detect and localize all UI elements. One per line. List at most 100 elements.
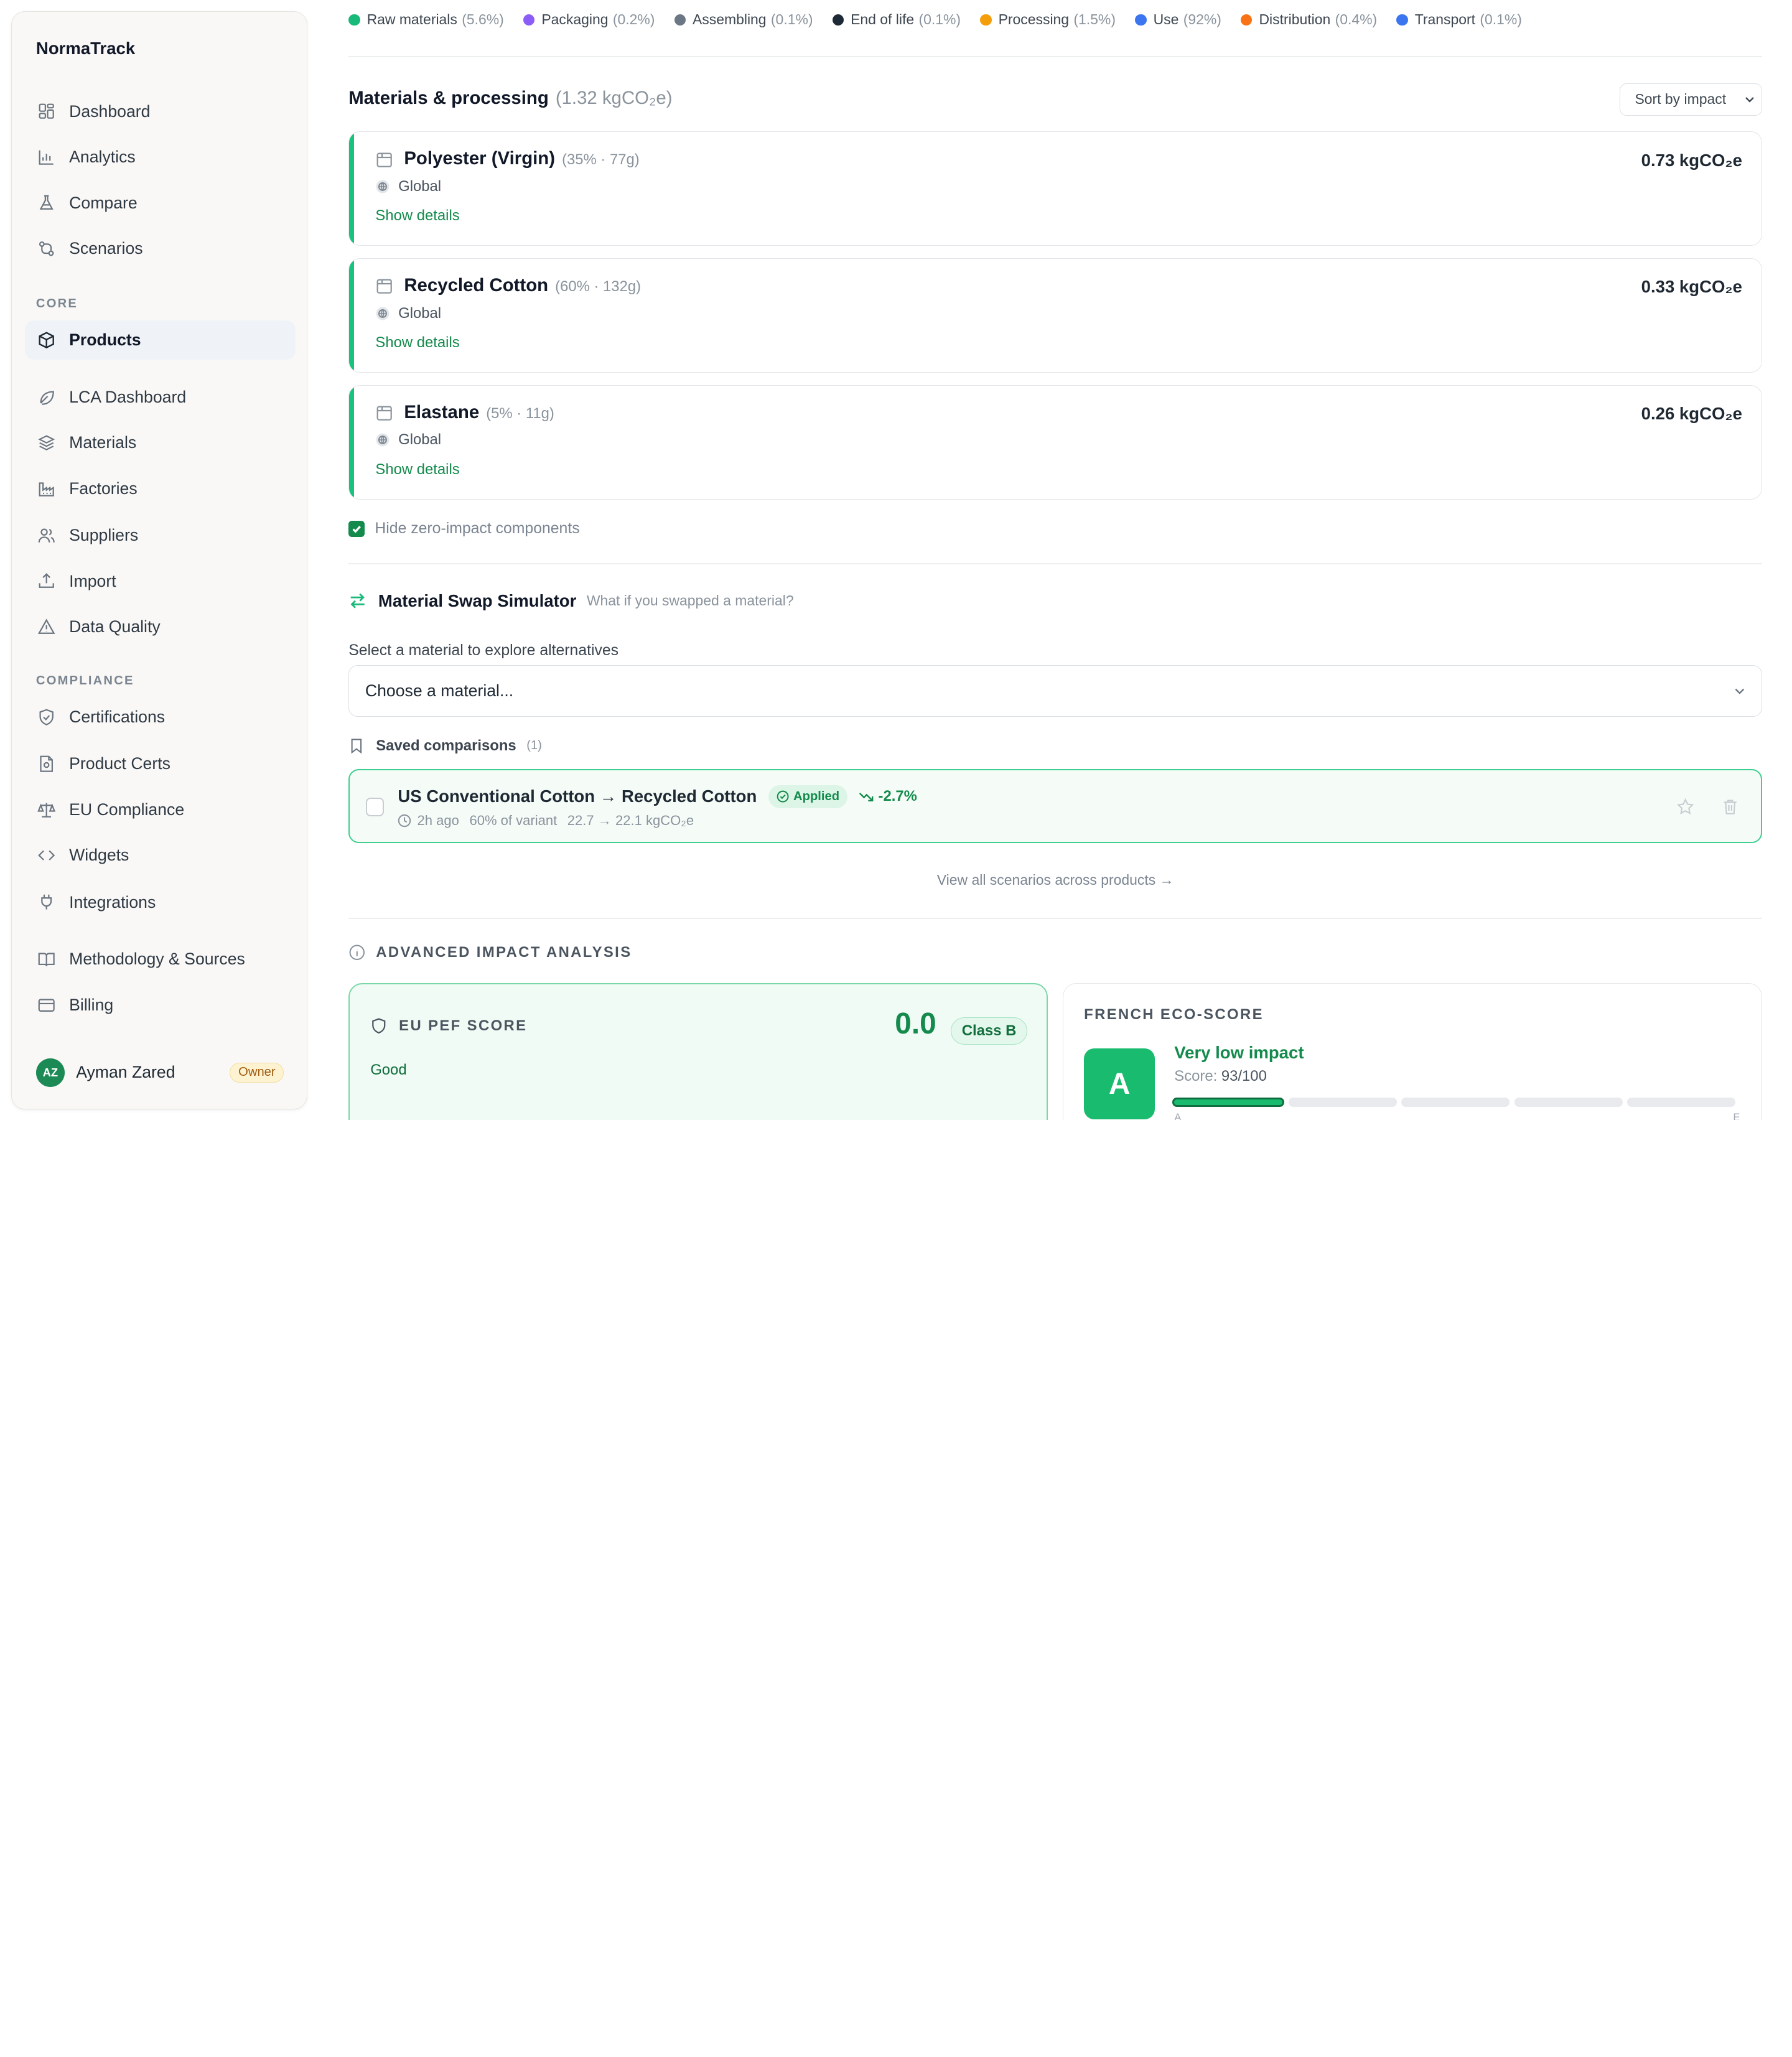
legend-label: Distribution [1259,11,1331,28]
view-all-scenarios-link[interactable]: View all scenarios across products → [348,872,1762,889]
app-logo-text[interactable]: NormaTrack [36,39,135,58]
sidebar-item-integrations[interactable]: Integrations [25,883,296,921]
sidebar-item-product-certs[interactable]: Product Certs [25,745,296,783]
material-meta: (5% · 11g) [486,404,554,422]
comparison-share: 60% of variant [469,813,558,829]
material-impact-value: 0.33 kgCO₂e [1641,277,1742,297]
material-select[interactable]: Choose a material... [348,665,1763,717]
star-icon[interactable] [1676,798,1694,816]
material-meta: (60% · 132g) [555,278,642,295]
sort-select-value: Sort by impact [1635,91,1727,108]
eco-scale-segment-b [1288,1098,1397,1107]
upload-icon [39,573,54,589]
comparison-select-checkbox[interactable] [365,798,385,816]
app-window: NormaTrack Dashboard Analytics Compare S… [0,0,1792,1120]
document-icon [40,755,53,772]
check-circle-icon [777,790,789,803]
code-icon [37,850,55,861]
material-name-text: Elastane [404,401,480,422]
material-origin: Global [375,305,441,322]
globe-icon [376,180,390,194]
globe-icon [376,433,390,447]
material-card: Polyester (Virgin) (35% · 77g) Global Sho… [348,131,1763,246]
material-name: Polyester (Virgin) (35% · 77g) [404,148,639,169]
bookmark-icon [351,739,362,754]
legend-item-packaging: Packaging (0.2%) [523,11,655,28]
layers-icon [37,435,55,451]
flask-icon [39,195,54,210]
legend-pct: (1.5%) [1073,11,1116,28]
sidebar-item-label: Widgets [69,846,129,865]
sidebar-item-lca-dashboard[interactable]: LCA Dashboard [25,378,296,416]
material-origin: Global [375,431,441,449]
legend-dot [980,14,992,26]
sidebar-item-widgets[interactable]: Widgets [25,836,296,875]
material-card: Elastane (5% · 11g) Global Show details 0… [348,385,1763,500]
sidebar-item-scenarios[interactable]: Scenarios [25,229,296,268]
material-meta: (35% · 77g) [562,151,640,168]
sidebar-item-import[interactable]: Import [25,562,296,600]
bar-chart-icon [39,150,54,165]
sidebar-item-materials[interactable]: Materials [25,424,296,462]
sidebar-item-methodology[interactable]: Methodology & Sources [25,940,296,979]
sidebar-item-label: Analytics [69,147,136,167]
pef-score-label: EU PEF SCORE [370,1017,527,1035]
package-icon [376,279,393,294]
legend-item-end-of-life: End of life (0.1%) [832,11,961,28]
show-details-link[interactable]: Show details [375,461,459,478]
material-name-text: Polyester (Virgin) [404,147,556,169]
legend-pct: (0.4%) [1335,11,1378,28]
eco-score-text: Score: 93/100 [1174,1068,1267,1085]
pef-rating: Good [370,1061,407,1079]
legend-label: Packaging [541,11,609,28]
saved-comparison-card[interactable]: US Conventional Cotton → Recycled Cotton… [348,769,1763,844]
legend-label: Transport [1414,11,1476,28]
sidebar-item-dashboard[interactable]: Dashboard [25,92,296,131]
user-profile[interactable]: AZ Ayman Zared Owner [35,1056,284,1088]
box-icon [39,332,54,348]
eco-score-scale [1172,1098,1740,1108]
eco-scale-segment-d [1514,1098,1623,1107]
saved-comparisons-header: Saved comparisons (1) [348,737,542,755]
sidebar-item-data-quality[interactable]: Data Quality [25,607,296,646]
legend-dot [1396,14,1408,26]
trash-icon[interactable] [1721,798,1739,816]
sidebar-item-products[interactable]: Products [24,320,296,360]
scale-icon [37,803,55,818]
legend-dot [523,14,535,26]
sidebar-item-suppliers[interactable]: Suppliers [25,516,296,554]
saved-comparisons-count: (1) [526,739,542,753]
swap-arrows-icon [350,593,365,609]
sidebar-item-label: Import [69,571,116,590]
advanced-analysis-title: ADVANCED IMPACT ANALYSIS [376,944,632,961]
legend-pct: (0.1%) [918,11,961,28]
show-details-link[interactable]: Show details [375,207,459,225]
sidebar-item-label: Methodology & Sources [69,949,245,969]
show-details-link[interactable]: Show details [375,334,459,352]
sidebar-item-label: Products [69,330,141,349]
legend-label: Raw materials [366,11,457,28]
package-icon [376,152,393,167]
legend-dot [348,14,360,26]
legend-pct: (0.2%) [612,11,655,28]
sidebar-item-certifications[interactable]: Certifications [25,697,296,736]
sidebar-item-compare[interactable]: Compare [25,184,296,222]
hide-zero-label: Hide zero-impact components [375,520,580,537]
eco-scale-segment-c [1401,1098,1510,1107]
sidebar-item-analytics[interactable]: Analytics [25,138,296,176]
hide-zero-checkbox[interactable] [348,520,365,537]
sort-select[interactable]: Sort by impact [1619,83,1763,116]
sidebar-item-eu-compliance[interactable]: EU Compliance [25,790,296,829]
hide-zero-toggle[interactable]: Hide zero-impact components [348,520,580,538]
package-icon [376,406,393,421]
factory-icon [39,482,54,497]
sidebar-item-factories[interactable]: Factories [25,469,296,508]
sidebar-item-label: Product Certs [69,754,170,773]
impact-delta-value: -2.7% [878,788,917,805]
sidebar-item-billing[interactable]: Billing [25,986,296,1024]
legend-dot [1241,14,1253,26]
eco-scale-end: E [1733,1111,1740,1120]
users-icon [38,528,55,543]
legend-label: Processing [998,11,1070,28]
sidebar-section-compliance: COMPLIANCE [35,673,134,688]
